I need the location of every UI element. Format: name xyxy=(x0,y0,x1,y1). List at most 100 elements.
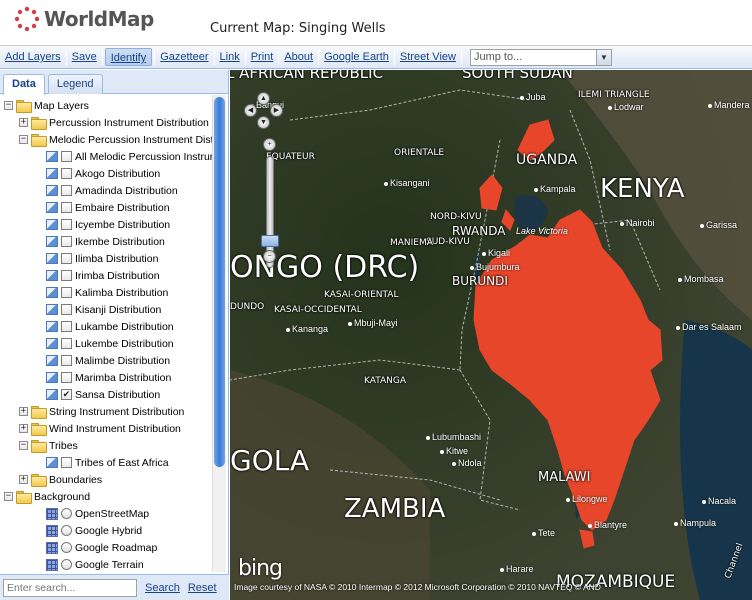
layer-checkbox[interactable] xyxy=(61,151,72,162)
layer-checkbox[interactable] xyxy=(61,236,72,247)
tree-node[interactable]: Lukembe Distribution xyxy=(46,335,174,352)
city-label: Garissa xyxy=(700,220,737,230)
tree-node[interactable]: Amadinda Distribution xyxy=(46,182,178,199)
layer-checkbox[interactable] xyxy=(61,287,72,298)
gazetteer-button[interactable]: Gazetteer xyxy=(155,48,213,66)
layer-checkbox[interactable] xyxy=(61,338,72,349)
worldmap-logo[interactable]: WorldMap xyxy=(14,6,154,32)
tab-data[interactable]: Data xyxy=(3,74,45,95)
layer-icon xyxy=(46,304,58,315)
layer-checkbox[interactable] xyxy=(61,270,72,281)
link-button[interactable]: Link xyxy=(215,48,245,66)
identify-button[interactable]: Identify xyxy=(104,48,153,66)
tree-node-label: Malimbe Distribution xyxy=(75,354,171,367)
zoom-slider-thumb[interactable] xyxy=(261,235,279,247)
tree-node[interactable]: − Background xyxy=(4,488,90,505)
tree-node[interactable]: Icyembe Distribution xyxy=(46,216,170,233)
city-label: Dar es Salaam xyxy=(676,322,742,332)
tree-node[interactable]: − Map Layers xyxy=(4,97,89,114)
city-label: Tete xyxy=(532,528,555,538)
city-label: Lilongwe xyxy=(566,494,608,504)
pan-right-button[interactable]: ▶ xyxy=(270,104,283,117)
layer-checkbox[interactable]: ✔ xyxy=(61,389,72,400)
tree-node[interactable]: Google Roadmap xyxy=(46,539,157,556)
jump-to-input[interactable]: Jump to... xyxy=(471,51,596,63)
tree-node[interactable]: + Percussion Instrument Distribution xyxy=(19,114,209,131)
tree-node[interactable]: Malimbe Distribution xyxy=(46,352,170,369)
tree-node[interactable]: Kalimba Distribution xyxy=(46,284,168,301)
pan-down-button[interactable]: ▼ xyxy=(257,116,270,129)
layer-checkbox[interactable] xyxy=(61,253,72,264)
layer-checkbox[interactable] xyxy=(61,372,72,383)
chevron-down-icon[interactable]: ▼ xyxy=(595,49,611,65)
zoom-in-button[interactable]: + xyxy=(263,138,276,151)
base-layer-icon xyxy=(46,558,58,571)
layer-checkbox[interactable] xyxy=(61,219,72,230)
collapse-icon[interactable]: − xyxy=(4,101,13,110)
layer-radio[interactable] xyxy=(61,525,72,536)
add-layers-button[interactable]: Add Layers xyxy=(0,48,66,66)
expand-icon[interactable]: + xyxy=(19,118,28,127)
layer-checkbox[interactable] xyxy=(61,304,72,315)
tree-node[interactable]: Marimba Distribution xyxy=(46,369,171,386)
pan-up-button[interactable]: ▲ xyxy=(257,92,270,105)
collapse-icon[interactable]: − xyxy=(19,441,28,450)
country-label: UGANDA xyxy=(516,152,578,168)
zoom-out-button[interactable]: − xyxy=(263,250,276,263)
expand-icon[interactable]: + xyxy=(19,407,28,416)
layer-checkbox[interactable] xyxy=(61,355,72,366)
search-input[interactable] xyxy=(3,578,137,597)
jump-to-combobox[interactable]: Jump to... ▼ xyxy=(469,48,612,66)
tree-node[interactable]: Google Hybrid xyxy=(46,522,142,539)
tree-node[interactable]: + String Instrument Distribution xyxy=(19,403,184,420)
layer-radio[interactable] xyxy=(61,542,72,553)
tree-scrollbar-thumb[interactable] xyxy=(214,97,225,467)
layer-checkbox[interactable] xyxy=(61,168,72,179)
tree-node[interactable]: Lukambe Distribution xyxy=(46,318,174,335)
collapse-icon[interactable]: − xyxy=(4,492,13,501)
tree-node[interactable]: + Wind Instrument Distribution xyxy=(19,420,181,437)
layer-checkbox[interactable] xyxy=(61,202,72,213)
tree-node[interactable]: Tribes of East Africa xyxy=(46,454,169,471)
layer-checkbox[interactable] xyxy=(61,457,72,468)
lake-label: Lake Victoria xyxy=(516,226,568,236)
expand-icon[interactable]: + xyxy=(19,475,28,484)
pan-left-button[interactable]: ◀ xyxy=(244,104,257,117)
tree-node[interactable]: Kisanji Distribution xyxy=(46,301,161,318)
expand-icon[interactable]: + xyxy=(19,424,28,433)
tree-node[interactable]: Ikembe Distribution xyxy=(46,233,165,250)
city-label: Ndola xyxy=(452,458,482,468)
layer-icon xyxy=(46,202,58,213)
layer-checkbox[interactable] xyxy=(61,185,72,196)
city-label: Mombasa xyxy=(678,274,724,284)
layer-checkbox[interactable] xyxy=(61,321,72,332)
tree-scrollbar[interactable] xyxy=(212,95,226,572)
tree-node[interactable]: Ilimba Distribution xyxy=(46,250,158,267)
search-button[interactable]: Search xyxy=(145,582,180,594)
tree-node[interactable]: Embaire Distribution xyxy=(46,199,170,216)
tree-node[interactable]: Google Terrain xyxy=(46,556,144,572)
tree-node[interactable]: + Boundaries xyxy=(19,471,102,488)
reset-button[interactable]: Reset xyxy=(188,582,217,594)
layer-radio[interactable] xyxy=(61,508,72,519)
tab-legend[interactable]: Legend xyxy=(47,74,103,94)
tree-node[interactable]: All Melodic Percussion Instruments xyxy=(46,148,212,165)
collapse-icon[interactable]: − xyxy=(19,135,28,144)
google-earth-button[interactable]: Google Earth xyxy=(319,48,394,66)
tree-node[interactable]: OpenStreetMap xyxy=(46,505,149,522)
tree-node[interactable]: ✔ Sansa Distribution xyxy=(46,386,160,403)
about-button[interactable]: About xyxy=(279,48,318,66)
layer-radio[interactable] xyxy=(61,559,72,570)
tree-node[interactable]: − Melodic Percussion Instrument Distribut… xyxy=(19,131,212,148)
tree-node[interactable]: − Tribes xyxy=(19,437,78,454)
map-viewport[interactable]: L AFRICAN REPUBLIC SOUTH SUDAN ILEMI TRI… xyxy=(230,70,752,600)
save-button[interactable]: Save xyxy=(67,48,102,66)
street-view-button[interactable]: Street View xyxy=(395,48,461,66)
print-button[interactable]: Print xyxy=(246,48,279,66)
folder-icon xyxy=(31,474,47,487)
tree-node-label: Google Terrain xyxy=(75,558,144,571)
tree-node[interactable]: Akogo Distribution xyxy=(46,165,160,182)
header: WorldMap Current Map: Singing Wells xyxy=(0,0,752,46)
layer-icon xyxy=(46,321,58,332)
tree-node[interactable]: Irimba Distribution xyxy=(46,267,160,284)
